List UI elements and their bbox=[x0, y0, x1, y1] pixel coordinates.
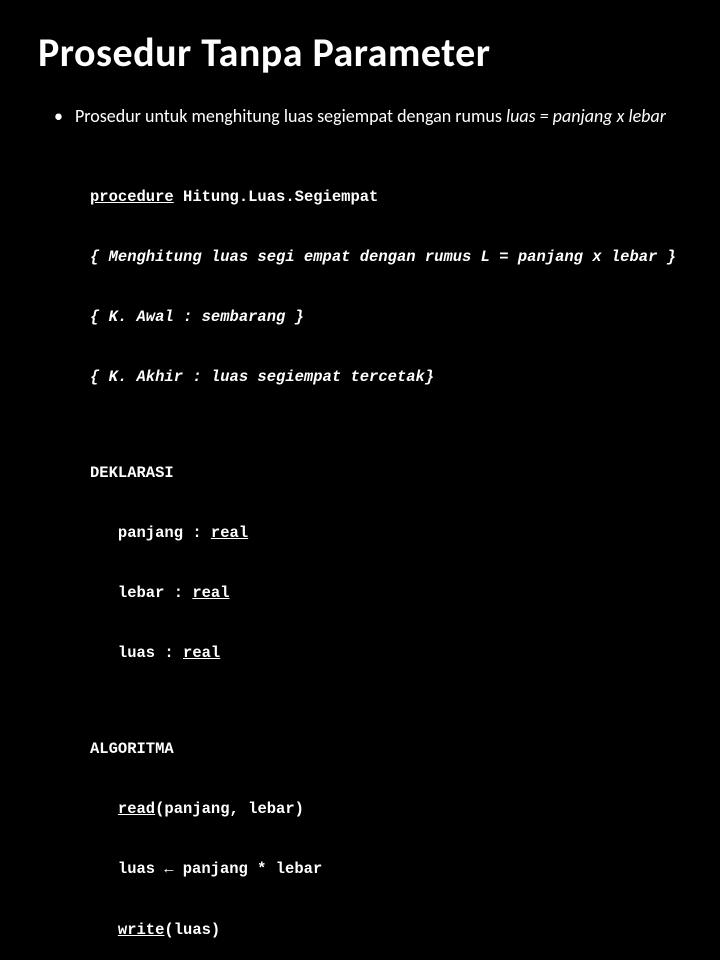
args: (luas) bbox=[164, 921, 220, 939]
code-line: read(panjang, lebar) bbox=[90, 799, 682, 819]
code-line: panjang : real bbox=[90, 523, 682, 543]
keyword-write: write bbox=[118, 921, 165, 939]
args: (panjang, lebar) bbox=[155, 800, 304, 818]
code-line: luas ← panjang * lebar bbox=[90, 859, 682, 880]
indent bbox=[90, 800, 118, 818]
type-real: real bbox=[183, 644, 220, 662]
section-head: ALGORITMA bbox=[90, 739, 682, 759]
bullet-marker: • bbox=[54, 105, 63, 127]
decl-var: lebar : bbox=[90, 584, 192, 602]
procedure-name: Hitung.Luas.Segiempat bbox=[174, 188, 379, 206]
code-deklarasi: DEKLARASI panjang : real lebar : real lu… bbox=[38, 423, 682, 683]
slide-title: Prosedur Tanpa Parameter bbox=[38, 28, 682, 77]
section-head: DEKLARASI bbox=[90, 463, 682, 483]
bullet-text-plain: Prosedur untuk menghitung luas segiempat… bbox=[75, 105, 506, 127]
bullet-item: • Prosedur untuk menghitung luas segiemp… bbox=[38, 105, 682, 127]
code-comment: { K. Akhir : luas segiempat tercetak} bbox=[90, 367, 682, 387]
code-procedure-header: procedure Hitung.Luas.Segiempat { Menghi… bbox=[38, 147, 682, 407]
type-real: real bbox=[211, 524, 248, 542]
decl-var: luas : bbox=[90, 644, 183, 662]
type-real: real bbox=[192, 584, 229, 602]
assign-arrow-icon: ← bbox=[164, 860, 173, 880]
code-line: write(luas) bbox=[90, 920, 682, 940]
decl-var: panjang : bbox=[90, 524, 211, 542]
code-comment: { K. Awal : sembarang } bbox=[90, 307, 682, 327]
code-algoritma: ALGORITMA read(panjang, lebar) luas ← pa… bbox=[38, 699, 682, 960]
indent bbox=[90, 921, 118, 939]
code-comment: { Menghitung luas segi empat dengan rumu… bbox=[90, 247, 682, 267]
assign-expr: panjang * lebar bbox=[173, 860, 322, 878]
assign-target: luas bbox=[90, 860, 164, 878]
bullet-text: Prosedur untuk menghitung luas segiempat… bbox=[75, 105, 666, 127]
code-line: lebar : real bbox=[90, 583, 682, 603]
bullet-text-formula: luas = panjang x lebar bbox=[506, 105, 666, 127]
code-line: luas : real bbox=[90, 643, 682, 663]
keyword-procedure: procedure bbox=[90, 188, 174, 206]
keyword-read: read bbox=[118, 800, 155, 818]
code-line: procedure Hitung.Luas.Segiempat bbox=[90, 187, 682, 207]
